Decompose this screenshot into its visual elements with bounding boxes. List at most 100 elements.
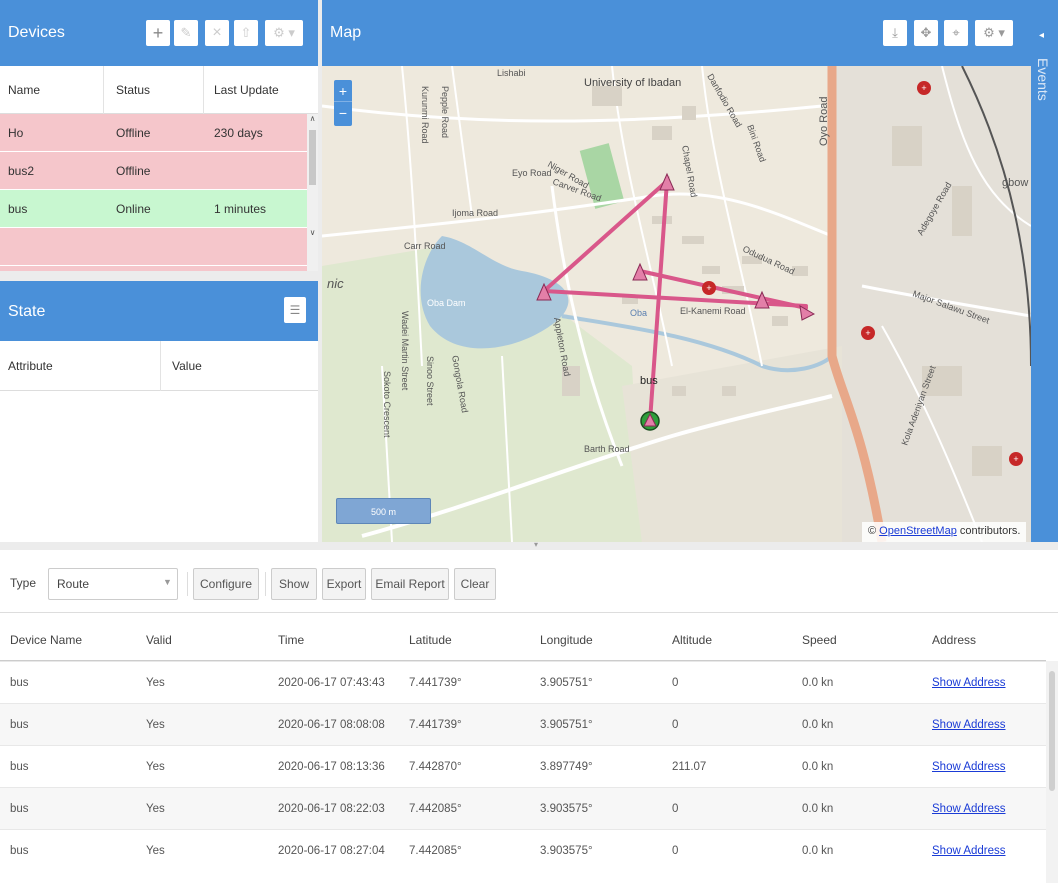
report-type-select[interactable]: Route ▼	[48, 568, 178, 600]
plus-icon: +	[152, 22, 164, 43]
table-row[interactable]: bus Yes 2020-06-17 07:43:43 7.441739° 3.…	[0, 661, 1046, 703]
column-longitude[interactable]: Longitude	[540, 620, 593, 660]
map-label-university: University of Ibadan	[584, 77, 681, 89]
device-row[interactable]	[0, 228, 307, 266]
column-name[interactable]: Name	[0, 66, 40, 113]
column-time[interactable]: Time	[278, 620, 304, 660]
cell-speed: 0.0 kn	[802, 676, 834, 689]
map-canvas[interactable]: + + + + + University of Ibadan Carr Road Ij…	[322, 66, 1031, 542]
report-scroll-thumb[interactable]	[1049, 671, 1055, 791]
cell-altitude: 211.07	[672, 760, 707, 773]
email-report-button[interactable]: Email Report	[371, 568, 449, 600]
attribution-suffix: contributors.	[956, 525, 1021, 537]
cell-device: bus	[10, 760, 29, 773]
column-valid[interactable]: Valid	[146, 620, 172, 660]
map-download-button[interactable]: ⤓	[883, 20, 907, 46]
cell-valid: Yes	[146, 802, 165, 815]
panel-splitter-horizontal[interactable]	[0, 271, 318, 281]
scroll-down-icon[interactable]: ∨	[307, 228, 318, 240]
chevron-down-icon: ▼	[163, 577, 172, 587]
report-scrollbar[interactable]	[1046, 661, 1058, 883]
events-panel[interactable]: ◂ Events	[1031, 0, 1058, 542]
cell-time: 2020-06-17 08:22:03	[278, 802, 385, 815]
column-device-name[interactable]: Device Name	[10, 620, 82, 660]
map-follow-button[interactable]: ✥	[914, 20, 938, 46]
svg-text:+: +	[865, 328, 870, 338]
show-address-link[interactable]: Show Address	[932, 803, 1006, 815]
column-value[interactable]: Value	[164, 341, 202, 390]
cell-latitude: 7.442085°	[409, 844, 462, 857]
cell-altitude: 0	[672, 844, 679, 857]
scroll-thumb[interactable]	[309, 130, 316, 185]
cell-time: 2020-06-17 08:08:08	[278, 718, 385, 731]
device-row[interactable]: bus2 Offline	[0, 152, 307, 190]
zoom-control: + −	[334, 80, 352, 126]
table-row[interactable]: bus Yes 2020-06-17 08:13:36 7.442870° 3.…	[0, 745, 1046, 787]
device-row[interactable]: Ho Offline 230 days	[0, 114, 307, 152]
column-last-update[interactable]: Last Update	[206, 66, 279, 113]
map-label-wadei: Wadei Martin Street	[400, 311, 410, 391]
collapse-events-icon[interactable]: ◂	[1039, 30, 1044, 41]
show-address-link[interactable]: Show Address	[932, 845, 1006, 857]
map-label-oba-dam: Oba Dam	[427, 298, 466, 308]
device-row[interactable]: bus Online 1 minutes	[0, 190, 307, 228]
command-button[interactable]: ⇧	[234, 20, 258, 46]
report-splitter[interactable]: ▾	[0, 540, 1058, 550]
download-icon: ⤓	[892, 25, 898, 40]
devices-column-header: Name Status Last Update	[0, 66, 318, 114]
scroll-up-icon[interactable]: ∧	[307, 114, 318, 126]
cell-longitude: 3.903575°	[540, 802, 593, 815]
show-address-link[interactable]: Show Address	[932, 719, 1006, 731]
device-status: Online	[116, 201, 151, 216]
openstreetmap-link[interactable]: OpenStreetMap	[879, 525, 957, 537]
map-view[interactable]: + + + + + University of Ibadan Carr Road Ij…	[322, 66, 1031, 542]
table-row[interactable]: bus Yes 2020-06-17 08:08:08 7.441739° 3.…	[0, 703, 1046, 745]
show-address-link[interactable]: Show Address	[932, 677, 1006, 689]
state-column-header: Attribute Value	[0, 341, 318, 391]
column-latitude[interactable]: Latitude	[409, 620, 452, 660]
show-address-link[interactable]: Show Address	[932, 761, 1006, 773]
column-altitude[interactable]: Altitude	[672, 620, 712, 660]
remove-device-button[interactable]: ×	[205, 20, 229, 46]
clear-button[interactable]: Clear	[454, 568, 496, 600]
map-label-carr-road: Carr Road	[404, 241, 446, 251]
cell-longitude: 3.897749°	[540, 760, 593, 773]
configure-button[interactable]: Configure	[193, 568, 259, 600]
table-row[interactable]: bus Yes 2020-06-17 08:27:04 7.442085° 3.…	[0, 829, 1046, 871]
export-button[interactable]: Export	[322, 568, 366, 600]
report-type-label: Type	[10, 576, 37, 590]
column-speed[interactable]: Speed	[802, 620, 837, 660]
device-settings-button[interactable]: ⚙ ▾	[265, 20, 303, 46]
cell-speed: 0.0 kn	[802, 760, 834, 773]
cell-time: 2020-06-17 07:43:43	[278, 676, 385, 689]
map-settings-button[interactable]: ⚙ ▾	[975, 20, 1013, 46]
column-status[interactable]: Status	[108, 66, 150, 113]
zoom-out-button[interactable]: −	[334, 102, 352, 124]
device-name: bus	[8, 201, 28, 216]
events-title: Events	[1035, 58, 1051, 101]
device-last-update: 230 days	[214, 125, 263, 140]
show-button[interactable]: Show	[271, 568, 317, 600]
cell-altitude: 0	[672, 676, 679, 689]
zoom-in-button[interactable]: +	[334, 80, 352, 102]
gear-icon: ⚙ ▾	[983, 25, 1005, 40]
expand-report-icon[interactable]: ▾	[534, 540, 538, 549]
cell-time: 2020-06-17 08:13:36	[278, 760, 385, 773]
map-locate-button[interactable]: ⌖	[944, 20, 968, 46]
map-label-oba: Oba	[630, 308, 647, 318]
state-list-button[interactable]: ☰	[284, 297, 306, 323]
map-label-lishabi: Lishabi	[497, 68, 526, 78]
cell-time: 2020-06-17 08:27:04	[278, 844, 385, 857]
devices-scrollbar[interactable]: ∧ ∨	[307, 114, 318, 271]
column-attribute[interactable]: Attribute	[0, 341, 53, 390]
map-device-label: bus	[640, 375, 658, 387]
map-label-eyo-road: Eyo Road	[512, 168, 552, 178]
map-label-sinoo: Sinoo Street	[425, 356, 435, 406]
table-row[interactable]: bus Yes 2020-06-17 08:22:03 7.442085° 3.…	[0, 787, 1046, 829]
edit-device-button[interactable]: ✎	[174, 20, 198, 46]
remove-icon: ×	[212, 24, 222, 41]
add-device-button[interactable]: +	[146, 20, 170, 46]
svg-text:+: +	[921, 83, 926, 93]
cell-valid: Yes	[146, 844, 165, 857]
column-address[interactable]: Address	[932, 620, 976, 660]
